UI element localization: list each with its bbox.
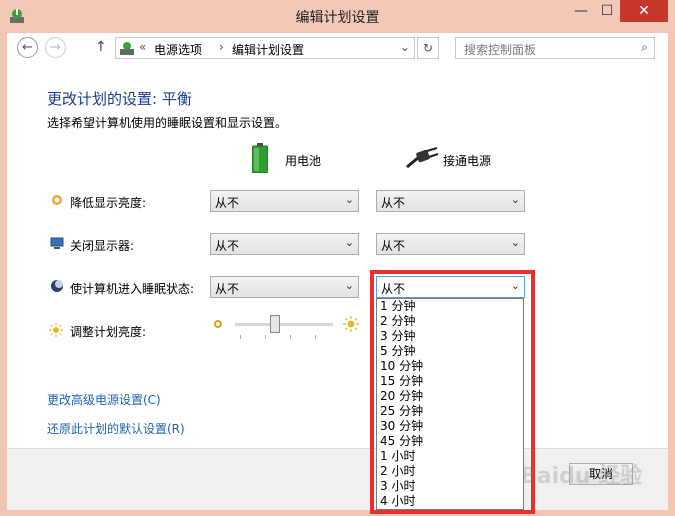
address-bar[interactable]: « 电源选项 › 编辑计划设置 ⌄ [115,37,415,59]
back-button[interactable]: ← [17,37,38,58]
brightness-slider-track[interactable] [235,323,333,326]
sleep-label: 使计算机进入睡眠状态: [70,282,195,296]
address-dropdown-icon[interactable]: ⌄ [400,40,410,54]
brightness-low-icon [214,320,222,328]
main-content: 更改计划的设置: 平衡 选择希望计算机使用的睡眠设置和显示设置。 用电池 接通电… [7,63,668,448]
chevron-down-icon: ⌄ [344,193,354,206]
chevron-down-icon: ⌄ [510,193,520,206]
dim-display-plugged-select[interactable]: 从不 ⌄ [376,190,525,212]
page-subtitle: 选择希望计算机使用的睡眠设置和显示设置。 [47,116,288,130]
select-value: 从不 [381,196,406,210]
brightness-label: 调整计划亮度: [70,325,147,339]
dropdown-option[interactable]: 25 分钟 [377,404,523,419]
plug-icon [406,147,439,169]
refresh-button[interactable]: ↻ [417,37,439,59]
dim-display-label: 降低显示亮度: [70,196,147,210]
minimize-button[interactable]: — [568,0,594,22]
dropdown-option[interactable]: 3 分钟 [377,329,523,344]
search-placeholder: 搜索控制面板 [464,43,537,57]
dim-display-icon [52,195,62,205]
slider-tick [240,335,241,339]
restore-defaults-link[interactable]: 还原此计划的默认设置(R) [47,420,185,437]
title-bar: 编辑计划设置 — ☐ ✕ [0,0,675,32]
dropdown-option[interactable]: 2 小时 [377,464,523,479]
select-value: 从不 [215,282,240,296]
breadcrumb-power-options[interactable]: 电源选项 [154,41,202,58]
sleep-icon [51,280,63,292]
battery-column-label: 用电池 [285,154,322,168]
dim-display-battery-select[interactable]: 从不 ⌄ [210,190,359,212]
plugged-in-column-label: 接通电源 [443,154,492,168]
breadcrumb-overflow-icon[interactable]: « [139,40,146,54]
dropdown-option[interactable]: 10 分钟 [377,359,523,374]
display-off-battery-select[interactable]: 从不 ⌄ [210,233,359,255]
brightness-icon [49,323,63,337]
dropdown-option[interactable]: 2 分钟 [377,314,523,329]
sleep-plugged-select[interactable]: 从不 ⌄ [376,276,525,298]
display-off-icon [50,237,64,249]
window: 编辑计划设置 — ☐ ✕ ← → ↑ « 电源选项 › 编辑计划设置 ⌄ ↻ 搜… [0,0,675,516]
select-value: 从不 [381,282,406,296]
up-button[interactable]: ↑ [95,39,107,55]
search-icon[interactable]: ⌕ [641,40,648,55]
chevron-down-icon: ⌄ [344,279,354,292]
chevron-down-icon: ⌄ [344,236,354,249]
close-button[interactable]: ✕ [620,0,668,22]
forward-button[interactable]: → [45,37,66,58]
chevron-down-icon: ⌄ [510,236,520,249]
brightness-high-icon [343,316,359,332]
page-title: 更改计划的设置: 平衡 [47,90,192,108]
dropdown-option[interactable]: 30 分钟 [377,419,523,434]
navigation-bar: ← → ↑ « 电源选项 › 编辑计划设置 ⌄ ↻ 搜索控制面板 ⌕ [7,33,668,63]
select-value: 从不 [215,239,240,253]
slider-tick [265,335,266,339]
dropdown-option[interactable]: 3 小时 [377,479,523,494]
dropdown-option[interactable]: 1 小时 [377,449,523,464]
dropdown-option[interactable]: 4 小时 [377,494,523,509]
slider-tick [315,335,316,339]
select-value: 从不 [215,196,240,210]
sleep-battery-select[interactable]: 从不 ⌄ [210,276,359,298]
slider-tick [290,335,291,339]
display-off-label: 关闭显示器: [70,239,135,253]
maximize-button[interactable]: ☐ [594,0,620,22]
sleep-plugged-dropdown-list[interactable]: 1 分钟 2 分钟 3 分钟 5 分钟 10 分钟 15 分钟 20 分钟 25 分钟 30 分… [376,298,524,510]
dropdown-option[interactable]: 1 分钟 [377,299,523,314]
chevron-down-icon: ⌄ [510,279,520,292]
brightness-slider-thumb[interactable] [270,315,280,333]
advanced-power-settings-link[interactable]: 更改高级电源设置(C) [47,391,161,408]
breadcrumb-arrow-icon[interactable]: › [219,40,224,54]
search-input[interactable]: 搜索控制面板 ⌕ [455,37,655,59]
battery-icon [252,143,268,173]
display-off-plugged-select[interactable]: 从不 ⌄ [376,233,525,255]
dropdown-option[interactable]: 5 分钟 [377,344,523,359]
breadcrumb-edit-plan[interactable]: 编辑计划设置 [232,41,304,58]
dropdown-option[interactable]: 45 分钟 [377,434,523,449]
dropdown-option[interactable]: 15 分钟 [377,374,523,389]
control-panel-icon [120,42,134,55]
dropdown-option[interactable]: 20 分钟 [377,389,523,404]
select-value: 从不 [381,239,406,253]
watermark-logo: Baidu 经验 [520,464,643,489]
